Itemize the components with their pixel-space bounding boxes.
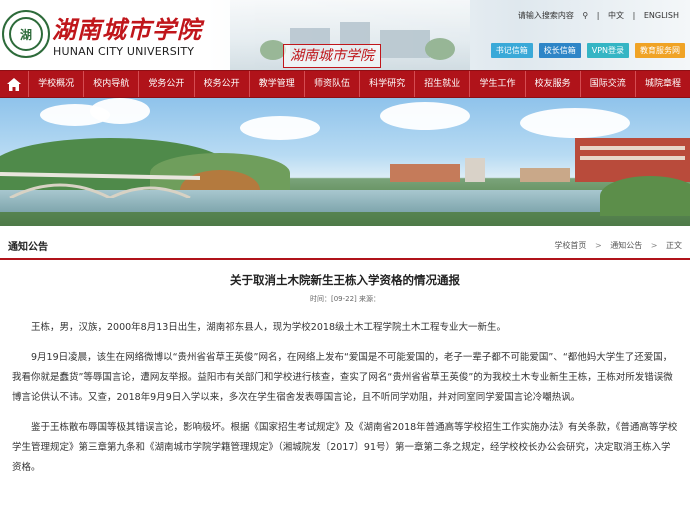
quick-buttons: 书记信箱 校长信箱 VPN登录 教育服务网	[490, 43, 685, 58]
nav-item-party-affairs[interactable]: 党务公开	[139, 71, 195, 97]
campus-calligraphy: 湖南城市学院	[283, 44, 381, 68]
school-logo[interactable]: 湖	[2, 10, 50, 58]
breadcrumb: 学校首页 > 通知公告 > 正文	[554, 240, 682, 251]
article-title: 关于取消土木院新生王栋入学资格的情况通报	[230, 273, 460, 287]
section-title: 通知公告	[8, 241, 48, 253]
bridge	[0, 172, 200, 198]
nav-item-school-affairs[interactable]: 校务公开	[195, 71, 250, 97]
nav-item-alumni[interactable]: 校友服务	[526, 71, 581, 97]
nav-item-overview[interactable]: 学校概况	[29, 71, 85, 97]
top-links: 请输入搜索内容 ⚲ | 中文 | ENGLISH	[517, 11, 679, 20]
nav-item-research[interactable]: 科学研究	[360, 71, 416, 97]
article-meta: 时间：[09-22] 来源：	[309, 295, 381, 303]
nav-item-admissions[interactable]: 招生就业	[415, 71, 471, 97]
breadcrumb-separator: >	[594, 240, 602, 250]
main-nav: 学校概况 校内导航 党务公开 校务公开 教学管理 师资队伍 科学研究 招生就业 …	[0, 70, 690, 98]
search-icon[interactable]: ⚲	[582, 11, 588, 20]
breadcrumb-current: 正文	[666, 240, 682, 250]
nav-item-faculty[interactable]: 师资队伍	[305, 71, 361, 97]
president-mailbox-button[interactable]: 校长信箱	[538, 43, 581, 58]
school-name-cn: 湖南城市学院	[52, 15, 202, 44]
lang-en-link[interactable]: ENGLISH	[644, 11, 679, 20]
secretary-mailbox-button[interactable]: 书记信箱	[490, 43, 533, 58]
nav-item-international[interactable]: 国际交流	[581, 71, 636, 97]
article-body: 王栋，男，汉族，2000年8月13日出生，湖南祁东县人，现为学校2018级土木工…	[0, 318, 690, 478]
breadcrumb-separator: >	[650, 240, 658, 250]
school-name-en: HUNAN CITY UNIVERSITY	[53, 45, 195, 58]
nav-item-charter[interactable]: 城院章程	[636, 71, 690, 97]
breadcrumb-home[interactable]: 学校首页	[554, 241, 586, 250]
nav-item-teaching[interactable]: 教学管理	[250, 71, 305, 97]
article-paragraph: 9月19日凌晨，该生在网络微博以“贵州省省草王英俊”网名，在网络上发布“爱国是不…	[12, 352, 673, 403]
campus-banner	[0, 98, 690, 226]
logo-emblem: 湖	[9, 17, 43, 51]
search-input[interactable]: 请输入搜索内容	[518, 11, 574, 20]
breadcrumb-notices[interactable]: 通知公告	[610, 241, 642, 250]
vpn-login-button[interactable]: VPN登录	[586, 43, 629, 58]
nav-item-student-work[interactable]: 学生工作	[470, 71, 526, 97]
lang-cn-link[interactable]: 中文	[608, 11, 624, 20]
article-paragraph: 王栋，男，汉族，2000年8月13日出生，湖南祁东县人，现为学校2018级土木工…	[31, 322, 506, 333]
nav-item-campus-guide[interactable]: 校内导航	[84, 71, 140, 97]
section-header: 通知公告 学校首页 > 通知公告 > 正文	[0, 232, 690, 260]
home-icon[interactable]	[0, 71, 29, 97]
education-service-button[interactable]: 教育服务网	[635, 43, 685, 58]
article-paragraph: 鉴于王栋散布辱国等极其错误言论，影响极坏。根据《国家招生考试规定》及《湖南省20…	[12, 422, 678, 473]
site-header: 湖 湖南城市学院 HUNAN CITY UNIVERSITY 湖南城市学院 请输…	[0, 0, 690, 70]
